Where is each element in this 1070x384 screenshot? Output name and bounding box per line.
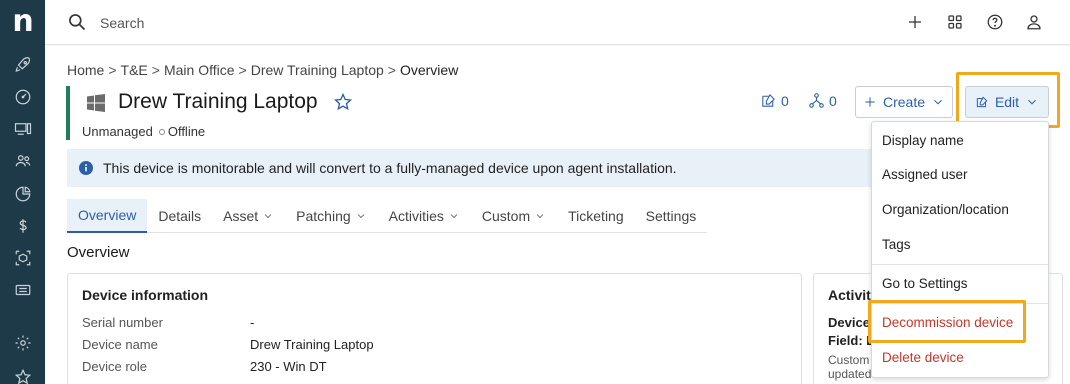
chevron-down-icon bbox=[536, 214, 544, 219]
tab-label: Overview bbox=[78, 207, 137, 223]
users-icon[interactable] bbox=[12, 150, 34, 172]
chevron-down-icon bbox=[450, 214, 458, 219]
tab-label: Asset bbox=[223, 208, 259, 224]
tab-label: Activities bbox=[388, 208, 444, 224]
edit-box-icon bbox=[762, 93, 775, 107]
breadcrumb: Home > T&E > Main Office > Drew Training Lapto… bbox=[67, 62, 458, 78]
breadcrumb-current: Overview bbox=[399, 62, 459, 78]
device-info-card: Device information Serial number - Devic… bbox=[67, 273, 802, 384]
info-icon bbox=[79, 161, 93, 175]
activity-line: Custom bbox=[828, 353, 870, 367]
menu-item-go-to-settings[interactable]: Go to Settings bbox=[872, 268, 1048, 298]
create-button-label: Create bbox=[882, 94, 926, 110]
gauge-icon[interactable] bbox=[12, 86, 34, 108]
tab-label: Patching bbox=[296, 208, 351, 224]
relations-count: 0 bbox=[829, 92, 837, 109]
search-icon[interactable] bbox=[67, 12, 87, 32]
title-accent-bar bbox=[66, 86, 70, 140]
offline-dot-icon bbox=[158, 129, 165, 135]
breadcrumb-device[interactable]: Drew Training Laptop bbox=[251, 62, 384, 78]
tasks-count: 0 bbox=[781, 92, 789, 109]
activity-line: updated bbox=[828, 367, 872, 381]
online-status: Offline bbox=[167, 124, 206, 139]
tab-settings[interactable]: Settings bbox=[635, 199, 708, 233]
dollar-icon[interactable] bbox=[12, 215, 34, 237]
menu-item-display-name[interactable]: Display name bbox=[872, 125, 1048, 155]
tab-overview[interactable]: Overview bbox=[67, 199, 148, 233]
tab-label: Ticketing bbox=[568, 208, 624, 224]
menu-divider bbox=[872, 264, 1048, 265]
tab-ticketing[interactable]: Ticketing bbox=[557, 199, 635, 233]
breadcrumb-org[interactable]: T&E bbox=[121, 62, 148, 78]
field-label: Device role bbox=[82, 359, 148, 374]
tasks-counter[interactable]: 0 bbox=[760, 92, 789, 109]
breadcrumb-separator: > bbox=[238, 62, 247, 78]
field-value: 230 - Win DT bbox=[250, 359, 327, 374]
plus-icon[interactable] bbox=[904, 11, 926, 33]
tab-label: Details bbox=[158, 208, 202, 224]
box-icon[interactable] bbox=[12, 247, 34, 269]
field-value: Drew Training Laptop bbox=[250, 337, 374, 352]
ticket-icon[interactable] bbox=[12, 279, 34, 301]
edit-button[interactable]: Edit bbox=[965, 86, 1049, 118]
menu-item-delete-device[interactable]: Delete device bbox=[872, 342, 1048, 372]
breadcrumb-home[interactable]: Home bbox=[67, 62, 104, 78]
tab-label: Settings bbox=[645, 208, 697, 224]
breadcrumb-separator: > bbox=[387, 62, 396, 78]
chevron-down-icon bbox=[1028, 99, 1036, 105]
breadcrumb-separator: > bbox=[108, 62, 117, 78]
tab-label: Custom bbox=[481, 208, 531, 224]
edit-button-label: Edit bbox=[994, 94, 1020, 110]
field-label: Device name bbox=[82, 337, 158, 352]
field-label: Serial number bbox=[82, 315, 163, 330]
info-banner: This device is monitorable and will conv… bbox=[67, 149, 875, 187]
chevron-down-icon bbox=[934, 99, 942, 105]
page-title: Drew Training Laptop bbox=[118, 90, 318, 113]
sidebar: n bbox=[0, 0, 45, 384]
menu-item-organization-location[interactable]: Organization/location bbox=[872, 194, 1048, 224]
chevron-down-icon bbox=[264, 214, 272, 219]
management-status: Unmanaged bbox=[82, 124, 153, 139]
gear-icon[interactable] bbox=[12, 332, 34, 354]
search-input[interactable] bbox=[100, 13, 400, 33]
card-title: Activit bbox=[828, 287, 871, 303]
breadcrumb-separator: > bbox=[151, 62, 160, 78]
device-status: Unmanaged Offline bbox=[82, 124, 205, 139]
section-title: Overview bbox=[67, 244, 130, 261]
tab-details[interactable]: Details bbox=[147, 199, 212, 233]
menu-item-assigned-user[interactable]: Assigned user bbox=[872, 159, 1048, 189]
activity-line: Device bbox=[828, 315, 870, 330]
tab-bar: Overview Details Asset Patching Activiti… bbox=[67, 199, 708, 233]
relations-counter[interactable]: 0 bbox=[808, 92, 837, 109]
apps-grid-icon[interactable] bbox=[944, 11, 966, 33]
help-icon[interactable] bbox=[984, 11, 1006, 33]
devices-icon[interactable] bbox=[12, 118, 34, 140]
decommission-highlight-box bbox=[868, 300, 1026, 343]
create-button[interactable]: Create bbox=[855, 86, 953, 118]
chevron-down-icon bbox=[357, 214, 364, 219]
info-banner-text: This device is monitorable and will conv… bbox=[103, 160, 677, 176]
rocket-icon[interactable] bbox=[12, 54, 34, 76]
user-icon[interactable] bbox=[1023, 11, 1045, 33]
tab-asset[interactable]: Asset bbox=[212, 199, 285, 233]
pie-chart-icon[interactable] bbox=[12, 183, 34, 205]
plus-icon bbox=[865, 97, 875, 107]
top-bar bbox=[45, 0, 1070, 45]
tab-custom[interactable]: Custom bbox=[471, 199, 557, 233]
field-value: - bbox=[250, 315, 255, 330]
favorite-star-icon[interactable] bbox=[333, 92, 353, 112]
app-logo[interactable]: n bbox=[9, 7, 37, 38]
tab-patching[interactable]: Patching bbox=[285, 199, 377, 233]
card-title: Device information bbox=[82, 287, 209, 303]
tab-activities[interactable]: Activities bbox=[378, 199, 471, 233]
breadcrumb-location[interactable]: Main Office bbox=[164, 62, 235, 78]
menu-item-tags[interactable]: Tags bbox=[872, 229, 1048, 259]
windows-icon bbox=[87, 94, 105, 112]
hierarchy-icon bbox=[809, 93, 824, 108]
star-icon[interactable] bbox=[12, 366, 34, 384]
edit-icon bbox=[976, 96, 988, 108]
